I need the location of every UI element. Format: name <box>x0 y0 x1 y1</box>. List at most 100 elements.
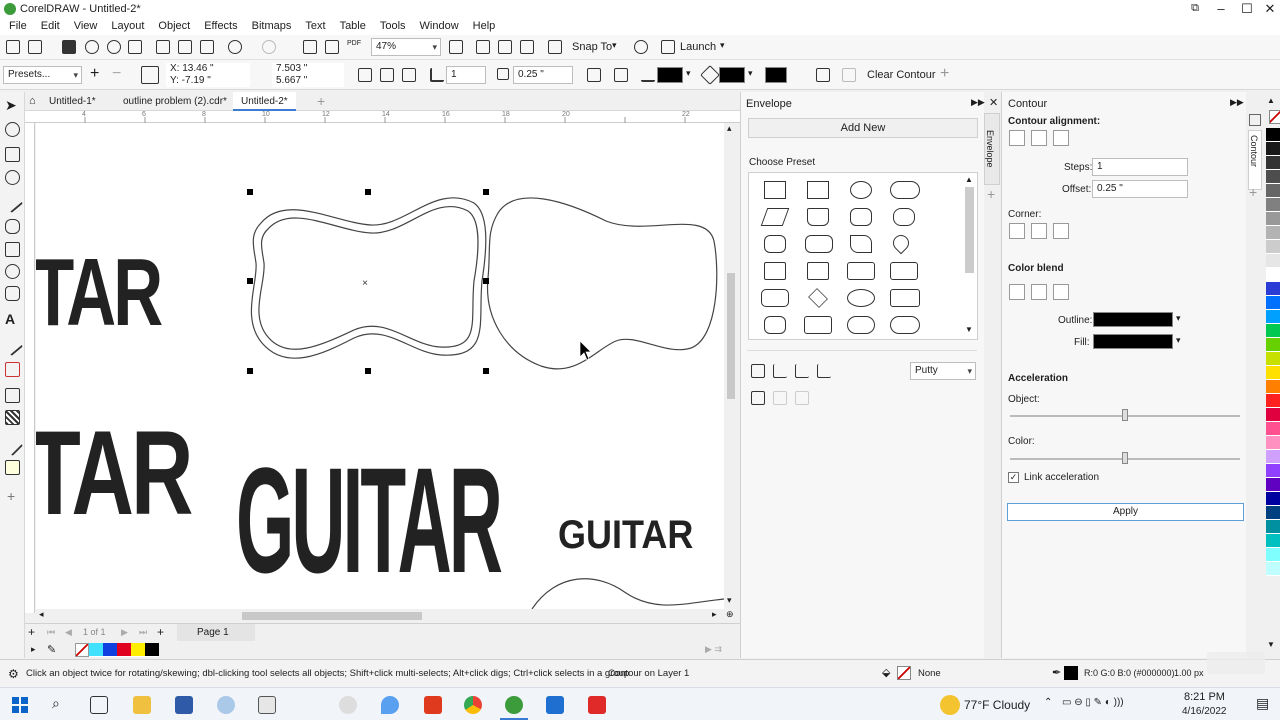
add-tool-icon[interactable]: + <box>7 488 15 504</box>
remove-preset-icon[interactable]: − <box>112 65 121 83</box>
palette-swatch[interactable] <box>1266 324 1280 338</box>
export-icon[interactable] <box>325 40 339 54</box>
undo-icon[interactable] <box>228 40 242 54</box>
palette-down-icon[interactable]: ▼ <box>1267 640 1275 649</box>
palette-swatch[interactable] <box>1266 352 1280 366</box>
contour-acceleration-icon[interactable] <box>816 68 830 82</box>
drawing-canvas[interactable]: × TAR TAR GUITAR GUITAR <box>36 123 724 609</box>
weather-icon[interactable] <box>940 695 960 715</box>
add-docker-icon[interactable]: + <box>987 186 995 202</box>
palette-swatch[interactable] <box>1266 128 1280 142</box>
contour-to-center-icon[interactable] <box>358 68 372 82</box>
scroll-right-icon[interactable]: ▸ <box>712 609 717 620</box>
palette-swatch[interactable] <box>1266 492 1280 506</box>
rectangle-tool-icon[interactable] <box>5 242 20 257</box>
palette-swatch[interactable] <box>1266 254 1280 268</box>
x-position-field[interactable]: X: 13.46 " <box>166 63 250 75</box>
preset-lens[interactable] <box>847 289 875 307</box>
tab-outline-problem[interactable]: outline problem (2).cdr* <box>115 92 235 111</box>
preset-flag[interactable] <box>850 235 872 253</box>
app-droplet-icon[interactable] <box>381 696 399 714</box>
envelope-mode-double-arc-icon[interactable] <box>795 364 809 378</box>
connector-tool-icon[interactable] <box>5 362 20 377</box>
scroll-left-icon[interactable]: ◂ <box>39 609 44 620</box>
navigator-icon[interactable]: ⊕ <box>726 609 734 620</box>
preset-octagon-3[interactable] <box>764 316 786 334</box>
preset-star-4[interactable] <box>764 262 786 280</box>
shape-tool-icon[interactable] <box>5 122 20 137</box>
preset-trapezoid[interactable] <box>807 208 829 226</box>
new-document-icon[interactable] <box>6 40 20 54</box>
palette-swatch[interactable] <box>1266 534 1280 548</box>
preset-scroll-up-icon[interactable]: ▲ <box>965 175 973 184</box>
tab-untitled-2[interactable]: Untitled-2* <box>233 92 296 111</box>
new-tab-icon[interactable]: + <box>317 93 325 109</box>
preset-scroll-down-icon[interactable]: ▼ <box>965 325 973 334</box>
preset-octagon-2[interactable] <box>764 235 786 253</box>
contour-collapse-icon[interactable]: ▶▶ <box>1230 97 1244 108</box>
crop-tool-icon[interactable] <box>5 147 20 162</box>
add-docker-right-icon[interactable]: + <box>1249 184 1257 200</box>
save-icon[interactable] <box>62 40 76 54</box>
menu-text[interactable]: Text <box>298 18 332 35</box>
add-new-envelope-button[interactable]: Add New <box>748 118 978 138</box>
palette-swatch[interactable] <box>1266 156 1280 170</box>
app-bird-icon[interactable] <box>217 696 235 714</box>
restore-icon[interactable]: ⧉ <box>1182 0 1208 18</box>
palette-swatch[interactable] <box>1266 296 1280 310</box>
preset-banner[interactable] <box>890 262 918 280</box>
link-acceleration-checkbox[interactable]: ✓ <box>1008 472 1019 483</box>
preset-lozenge[interactable] <box>805 235 833 253</box>
object-accel-thumb[interactable] <box>1122 409 1128 421</box>
palette-expand-icon[interactable]: ▸ <box>31 644 36 655</box>
blend-tool-icon[interactable] <box>5 388 20 403</box>
contour-side-tab[interactable]: Contour <box>1248 130 1262 190</box>
palette-swatch[interactable] <box>1266 520 1280 534</box>
palette-up-icon[interactable]: ▲ <box>1267 96 1275 105</box>
app-sketch-icon[interactable] <box>258 696 276 714</box>
swatch-blue[interactable] <box>103 643 117 657</box>
envelope-collapse-icon[interactable]: ▶▶ <box>971 97 985 108</box>
scroll-down-icon[interactable]: ▾ <box>727 595 732 606</box>
task-view-icon[interactable] <box>90 696 108 714</box>
envelope-mode-single-arc-icon[interactable] <box>773 364 787 378</box>
vertical-scroll-thumb[interactable] <box>727 273 735 399</box>
app-photo-icon[interactable] <box>546 696 564 714</box>
preset-cloud[interactable] <box>847 316 875 334</box>
palette-swatch[interactable] <box>1266 240 1280 254</box>
preset-heart[interactable] <box>889 231 913 255</box>
vertical-scrollbar[interactable]: ▴ ▾ <box>724 123 738 609</box>
add-toolbar-icon[interactable]: + <box>940 65 949 83</box>
zoom-tool-icon[interactable] <box>5 170 20 185</box>
menu-file[interactable]: File <box>0 18 34 35</box>
preset-scalloped[interactable] <box>761 289 789 307</box>
previous-page-icon[interactable]: ◀ <box>65 627 72 638</box>
guitar-text-envelope-1[interactable]: TAR <box>36 243 163 343</box>
preset-star-cross[interactable] <box>807 262 829 280</box>
palette-swatch[interactable] <box>1266 226 1280 240</box>
preset-speech-bubble[interactable] <box>890 316 920 334</box>
preset-diamond[interactable] <box>808 288 828 308</box>
swatch-cyan[interactable] <box>89 643 103 657</box>
contour-inside-button[interactable] <box>1031 130 1047 146</box>
palette-scroll-icon[interactable]: ▶ ⇉ <box>705 644 722 655</box>
options-gear-icon[interactable] <box>634 40 648 54</box>
snap-to-arrow-icon[interactable]: ▾ <box>612 40 617 51</box>
interactive-fill-icon[interactable] <box>5 460 20 475</box>
horizontal-icon[interactable] <box>773 391 787 405</box>
presets-select[interactable]: Presets... <box>3 66 82 84</box>
next-page-icon[interactable]: ▶ <box>121 627 128 638</box>
color-accel-thumb[interactable] <box>1122 452 1128 464</box>
guitar-text-envelope-2[interactable]: TAR <box>36 411 193 535</box>
preset-wave[interactable] <box>847 262 875 280</box>
palette-swatch[interactable] <box>1266 338 1280 352</box>
menu-window[interactable]: Window <box>413 18 466 35</box>
weather-text[interactable]: 77°F Cloudy <box>964 698 1030 712</box>
redo-icon[interactable] <box>262 40 276 54</box>
cloud-save-icon[interactable] <box>107 40 121 54</box>
preset-circle[interactable] <box>850 181 872 199</box>
add-page-before-icon[interactable]: + <box>28 625 35 639</box>
clear-contour-button[interactable]: Clear Contour <box>867 69 935 81</box>
app-gear-icon[interactable] <box>339 696 357 714</box>
show-grid-icon[interactable] <box>498 40 512 54</box>
